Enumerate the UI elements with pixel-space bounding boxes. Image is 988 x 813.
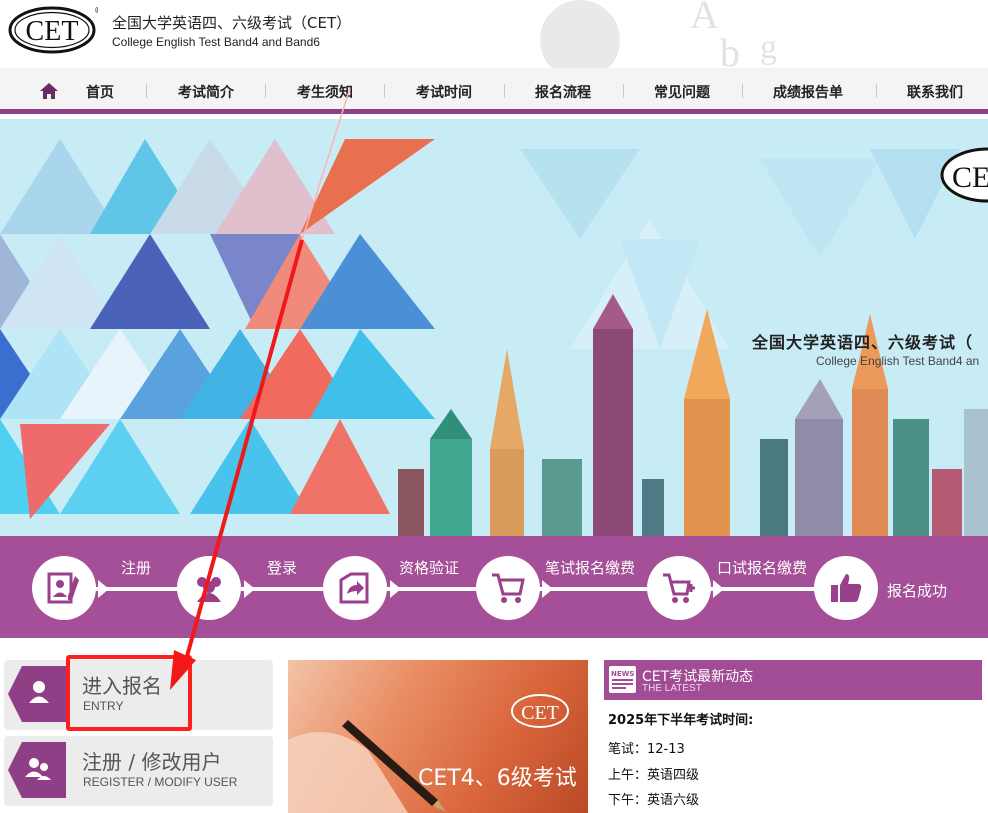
nav-score-report[interactable]: 成绩报告单 [773,82,843,102]
step-login[interactable] [177,556,241,620]
nav-registration-process[interactable]: 报名流程 [535,82,591,102]
banner-cet-logo: CE [940,147,988,203]
user-icon [8,666,66,722]
nav-home[interactable]: 首页 [86,82,114,102]
nav-divider [742,84,743,98]
step-arrow [98,580,109,598]
step-arrow [542,580,553,598]
newspaper-icon: NEWS [609,666,636,693]
header-decoration: A b g [540,0,777,68]
step-label-register: 注册 [121,559,152,577]
promo-text: CET4、6级考试 [418,766,577,791]
news-subtitle: THE LATEST [642,683,702,694]
site-subtitle: College English Test Band4 and Band6 [112,35,320,49]
nav-divider [146,84,147,98]
users-group-icon [197,577,221,602]
news-line-morning: 上午：英语四级 [608,768,700,783]
step-label-oral-payment: 口试报名缴费 [717,559,808,577]
svg-text:CET: CET [521,702,559,724]
cet-promo-banner[interactable]: CET CET4、6级考试 [288,660,588,813]
register-form-icon [47,572,79,604]
shopping-cart-icon [492,573,525,603]
register-label: 注册 / 修改用户 [82,750,222,774]
svg-text:g: g [760,29,777,66]
svg-text:b: b [720,30,740,68]
home-icon[interactable] [40,83,58,99]
nav-divider [384,84,385,98]
banner-subtitle: College English Test Band4 an [816,354,980,368]
step-label-written-payment: 笔试报名缴费 [545,559,636,577]
nav-divider [623,84,624,98]
nav-divider [504,84,505,98]
step-written-payment[interactable] [476,556,540,620]
nav-exam-intro[interactable]: 考试简介 [178,82,234,102]
annotation-highlight-box [66,655,192,731]
nav-divider [265,84,266,98]
step-label-success: 报名成功 [887,582,948,600]
verify-share-icon [339,572,369,604]
step-verify[interactable] [323,556,387,620]
step-success[interactable] [814,556,878,620]
nav-faq[interactable]: 常见问题 [654,82,710,102]
svg-text:CET: CET [26,16,79,47]
svg-text:®: ® [94,6,98,15]
thumbs-up-icon [831,574,862,602]
nav-contact[interactable]: 联系我们 [907,82,963,102]
step-label-verify: 资格验证 [399,559,460,577]
news-line-afternoon: 下午：英语六级 [608,793,700,808]
svg-text:CE: CE [952,161,988,194]
hero-banner: CE 全国大学英语四、六级考试（ College English Test Ba… [0,119,988,536]
step-arrow [390,580,401,598]
news-line-written: 笔试：12-13 [608,742,685,757]
register-sublabel: REGISTER / MODIFY USER [83,775,238,789]
promo-cet-logo: CET [511,694,569,728]
step-oral-payment[interactable] [647,556,711,620]
svg-text:A: A [690,0,719,37]
cart-add-icon [663,573,695,603]
banner-title: 全国大学英语四、六级考试（ [752,333,974,352]
nav-divider [876,84,877,98]
users-icon [8,742,66,798]
news-header: NEWS CET考试最新动态 THE LATEST [604,660,982,700]
site-title: 全国大学英语四、六级考试（CET） [112,14,352,32]
main-nav: 首页 考试简介 考生须知 考试时间 报名流程 常见问题 成绩报告单 联系我们 [0,68,988,114]
registration-steps: 注册 登录 资格验证 笔试报名缴费 口试报名缴费 报名成功 [0,536,988,638]
news-heading[interactable]: 2025年下半年考试时间: [608,709,753,728]
step-register[interactable] [32,556,96,620]
svg-text:NEWS: NEWS [611,670,634,678]
step-arrow [244,580,255,598]
banner-illustration [0,139,988,536]
site-header: CET ® 全国大学英语四、六级考试（CET） College English … [0,0,988,68]
pen-hand-illustration [288,720,446,813]
cet-logo[interactable]: CET ® [8,4,98,54]
nav-candidate-notice[interactable]: 考生须知 [297,82,353,102]
register-modify-user-button[interactable]: 注册 / 修改用户 REGISTER / MODIFY USER [4,736,273,806]
nav-exam-time[interactable]: 考试时间 [416,82,472,102]
step-label-login: 登录 [267,559,298,577]
step-arrow [713,580,724,598]
